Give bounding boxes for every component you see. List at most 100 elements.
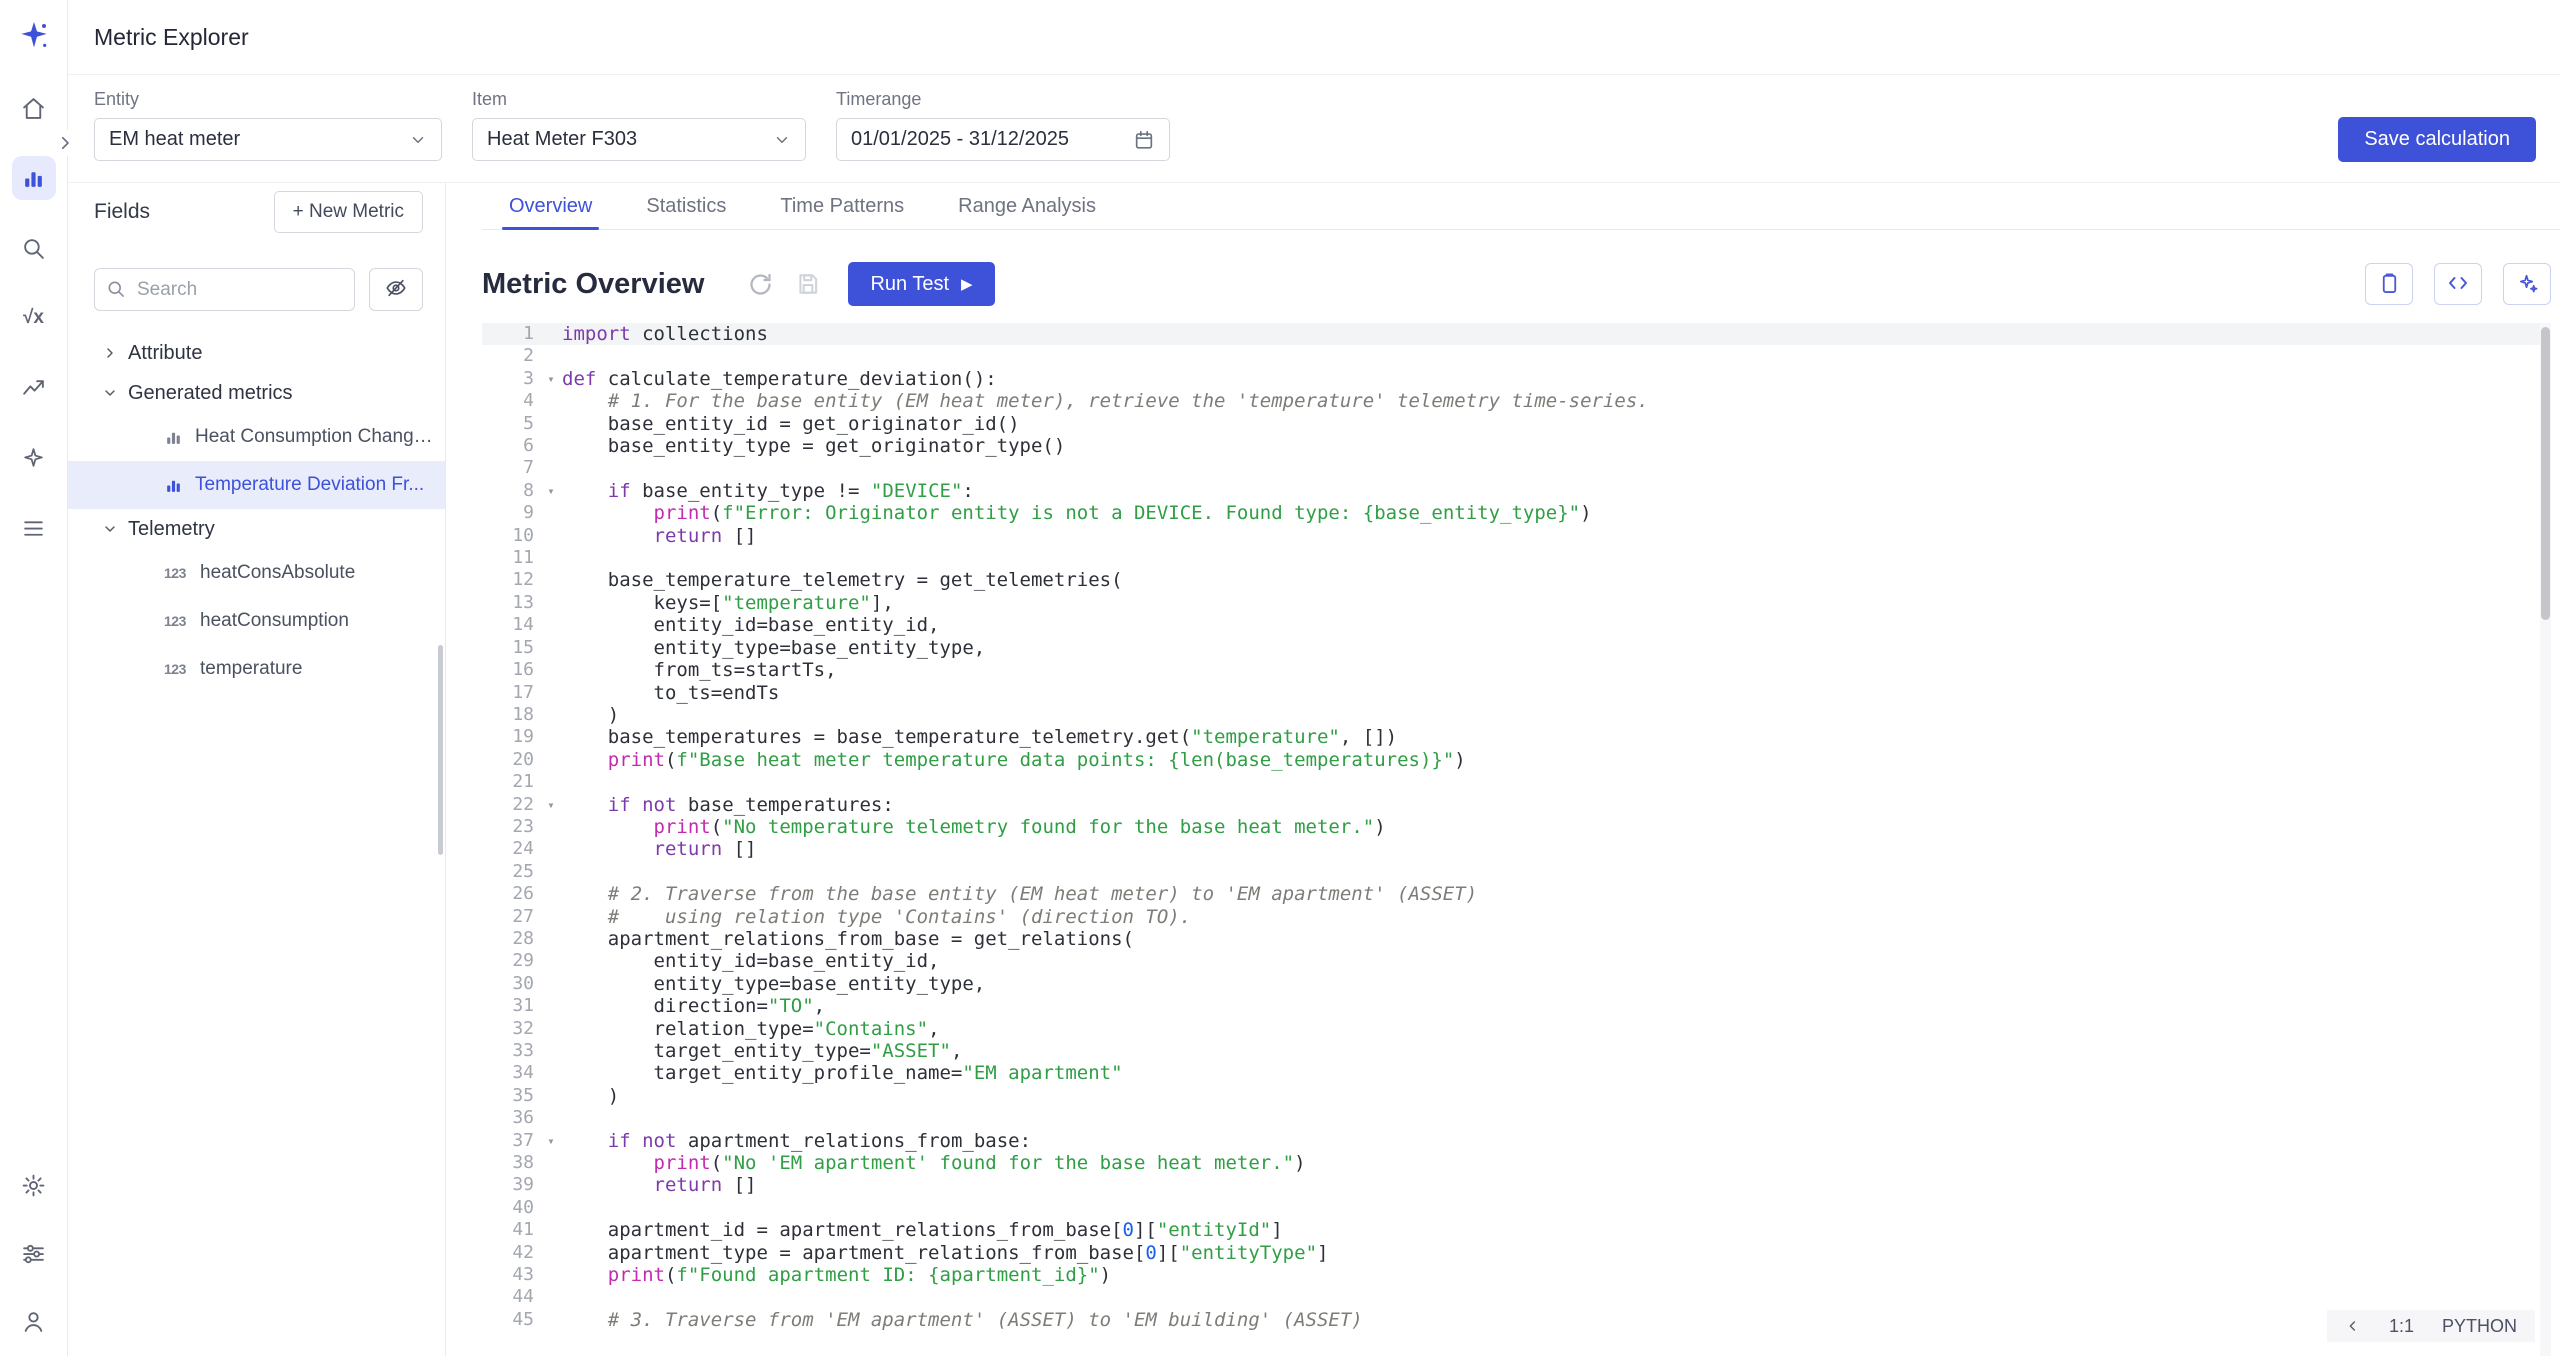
code-line[interactable]: 18 ) <box>482 704 2551 726</box>
new-metric-button[interactable]: + New Metric <box>274 191 423 233</box>
code-line[interactable]: 9 print(f"Error: Originator entity is no… <box>482 502 2551 524</box>
line-number: 16 <box>482 659 540 681</box>
app-logo-icon[interactable] <box>12 14 56 58</box>
code-line[interactable]: 24 return [] <box>482 838 2551 860</box>
save-draft-button[interactable] <box>786 262 830 306</box>
code-line[interactable]: 29 entity_id=base_entity_id, <box>482 950 2551 972</box>
fold-toggle-icon[interactable]: ▾ <box>540 1130 562 1152</box>
code-line[interactable]: 4 # 1. For the base entity (EM heat mete… <box>482 390 2551 412</box>
code-line[interactable]: 43 print(f"Found apartment ID: {apartmen… <box>482 1264 2551 1286</box>
chevron-left-icon[interactable] <box>2345 1318 2361 1334</box>
code-line[interactable]: 17 to_ts=endTs <box>482 682 2551 704</box>
code-line[interactable]: 13 keys=["temperature"], <box>482 592 2551 614</box>
code-line[interactable]: 3▾def calculate_temperature_deviation(): <box>482 368 2551 390</box>
line-number: 3 <box>482 368 540 390</box>
code-line[interactable]: 41 apartment_id = apartment_relations_fr… <box>482 1219 2551 1241</box>
tree-item-heatconsabsolute[interactable]: 123heatConsAbsolute <box>68 549 445 597</box>
formula-icon[interactable]: √x <box>12 296 56 340</box>
code-line[interactable]: 15 entity_type=base_entity_type, <box>482 637 2551 659</box>
code-line[interactable]: 25 <box>482 861 2551 883</box>
fold-toggle-icon[interactable]: ▾ <box>540 794 562 816</box>
code-line[interactable]: 28 apartment_relations_from_base = get_r… <box>482 928 2551 950</box>
magic-sparkle-icon <box>2516 271 2539 297</box>
code-line[interactable]: 34 target_entity_profile_name="EM apartm… <box>482 1062 2551 1084</box>
search-icon[interactable] <box>12 226 56 270</box>
code-line[interactable]: 22▾ if not base_temperatures: <box>482 794 2551 816</box>
search-input[interactable] <box>94 268 355 311</box>
code-line[interactable]: 1import collections <box>482 323 2551 345</box>
tree-item-heat-consumption-change[interactable]: Heat Consumption Change... <box>68 413 445 461</box>
code-view-button[interactable] <box>2434 263 2482 305</box>
code-line[interactable]: 38 print("No 'EM apartment' found for th… <box>482 1152 2551 1174</box>
tab-range-analysis[interactable]: Range Analysis <box>931 183 1123 229</box>
code-line[interactable]: 35 ) <box>482 1085 2551 1107</box>
sidebar-scrollbar[interactable] <box>438 645 443 855</box>
ai-assist-button[interactable] <box>2503 263 2551 305</box>
code-line[interactable]: 12 base_temperature_telemetry = get_tele… <box>482 569 2551 591</box>
code-line[interactable]: 37▾ if not apartment_relations_from_base… <box>482 1130 2551 1152</box>
tree-section-generated-metrics[interactable]: Generated metrics <box>68 373 445 413</box>
fold-toggle-icon[interactable]: ▾ <box>540 368 562 390</box>
code-line[interactable]: 7 <box>482 457 2551 479</box>
code-line[interactable]: 44 <box>482 1286 2551 1308</box>
timerange-input[interactable]: 01/01/2025 - 31/12/2025 <box>836 118 1170 161</box>
code-line[interactable]: 31 direction="TO", <box>482 995 2551 1017</box>
line-number: 32 <box>482 1018 540 1040</box>
copy-code-button[interactable] <box>2365 263 2413 305</box>
code-line[interactable]: 21 <box>482 771 2551 793</box>
line-number: 18 <box>482 704 540 726</box>
editor-scrollbar-thumb[interactable] <box>2541 327 2550 620</box>
hide-fields-button[interactable] <box>369 268 423 311</box>
code-line[interactable]: 10 return [] <box>482 525 2551 547</box>
code-line[interactable]: 11 <box>482 547 2551 569</box>
code-line[interactable]: 39 return [] <box>482 1174 2551 1196</box>
account-icon[interactable] <box>12 1299 56 1343</box>
code-line[interactable]: 27 # using relation type 'Contains' (dir… <box>482 906 2551 928</box>
line-number: 7 <box>482 457 540 479</box>
code-line[interactable]: 20 print(f"Base heat meter temperature d… <box>482 749 2551 771</box>
code-editor[interactable]: 1import collections23▾def calculate_temp… <box>482 323 2551 1356</box>
tab-statistics[interactable]: Statistics <box>619 183 753 229</box>
entity-select[interactable]: EM heat meter <box>94 118 442 161</box>
tree-item-temperature-deviation-fr[interactable]: Temperature Deviation Fr... <box>68 461 445 509</box>
tab-time-patterns[interactable]: Time Patterns <box>753 183 931 229</box>
trend-icon[interactable] <box>12 366 56 410</box>
editor-scrollbar[interactable] <box>2540 323 2551 1356</box>
refresh-button[interactable] <box>738 262 782 306</box>
run-test-button[interactable]: Run Test ▶ <box>848 262 994 306</box>
tree-item-temperature[interactable]: 123temperature <box>68 645 445 693</box>
cursor-position: 1:1 <box>2389 1315 2414 1337</box>
code-line[interactable]: 2 <box>482 345 2551 367</box>
code-line[interactable]: 32 relation_type="Contains", <box>482 1018 2551 1040</box>
tree-item-heatconsumption[interactable]: 123heatConsumption <box>68 597 445 645</box>
line-number: 39 <box>482 1174 540 1196</box>
code-line[interactable]: 30 entity_type=base_entity_type, <box>482 973 2551 995</box>
code-line[interactable]: 8▾ if base_entity_type != "DEVICE": <box>482 480 2551 502</box>
bar-chart-icon[interactable] <box>12 156 56 200</box>
code-line[interactable]: 5 base_entity_id = get_originator_id() <box>482 413 2551 435</box>
code-line[interactable]: 19 base_temperatures = base_temperature_… <box>482 726 2551 748</box>
sliders-icon[interactable] <box>12 1231 56 1275</box>
language-mode: PYTHON <box>2442 1315 2517 1337</box>
code-line[interactable]: 26 # 2. Traverse from the base entity (E… <box>482 883 2551 905</box>
code-line[interactable]: 40 <box>482 1197 2551 1219</box>
code-line[interactable]: 6 base_entity_type = get_originator_type… <box>482 435 2551 457</box>
code-line[interactable]: 14 entity_id=base_entity_id, <box>482 614 2551 636</box>
line-number: 30 <box>482 973 540 995</box>
home-icon[interactable] <box>12 86 56 130</box>
gear-icon[interactable] <box>12 1163 56 1207</box>
code-line[interactable]: 16 from_ts=startTs, <box>482 659 2551 681</box>
tab-overview[interactable]: Overview <box>482 183 619 229</box>
fold-toggle-icon[interactable]: ▾ <box>540 480 562 502</box>
code-line[interactable]: 23 print("No temperature telemetry found… <box>482 816 2551 838</box>
code-line[interactable]: 33 target_entity_type="ASSET", <box>482 1040 2551 1062</box>
code-line[interactable]: 45 # 3. Traverse from 'EM apartment' (AS… <box>482 1309 2551 1331</box>
code-line[interactable]: 36 <box>482 1107 2551 1129</box>
code-line[interactable]: 42 apartment_type = apartment_relations_… <box>482 1242 2551 1264</box>
save-calculation-button[interactable]: Save calculation <box>2338 117 2536 162</box>
tree-section-attribute[interactable]: Attribute <box>68 333 445 373</box>
menu-icon[interactable] <box>12 506 56 550</box>
tree-section-telemetry[interactable]: Telemetry <box>68 509 445 549</box>
item-select[interactable]: Heat Meter F303 <box>472 118 806 161</box>
sparkle-icon[interactable] <box>12 436 56 480</box>
